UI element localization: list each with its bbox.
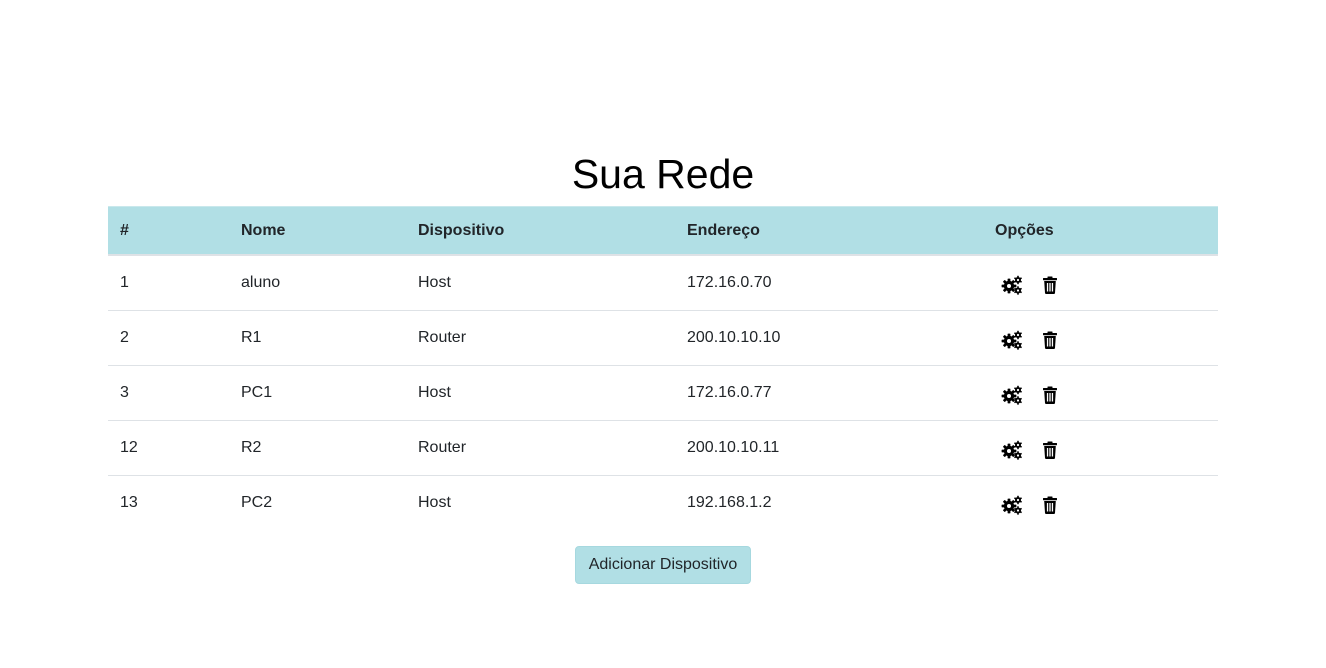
row-actions [995,325,1206,351]
cell-address: 172.16.0.70 [675,255,983,311]
cell-id: 12 [108,420,229,476]
cell-options [983,420,1218,476]
cell-name: R1 [229,310,406,366]
trash-icon[interactable] [1039,329,1061,351]
trash-icon[interactable] [1039,274,1061,296]
cell-address: 200.10.10.10 [675,310,983,366]
cell-options [983,476,1218,531]
row-actions [995,490,1206,516]
trash-icon[interactable] [1039,384,1061,406]
cogs-icon[interactable] [1001,494,1023,516]
cogs-icon[interactable] [1001,274,1023,296]
header-address: Endereço [675,206,983,256]
cell-device: Host [406,255,675,311]
cell-name: aluno [229,255,406,311]
header-name: Nome [229,206,406,256]
cell-address: 192.168.1.2 [687,494,772,511]
cell-address: 172.16.0.77 [675,365,983,421]
table-row: 2 R1 Router 200.10.10.10 [108,310,1218,366]
devices-table: # Nome Dispositivo Endereço Opções 1 alu… [108,206,1218,530]
cell-id: 13 [120,494,138,511]
cell-name: R2 [229,420,406,476]
cell-id: 2 [108,310,229,366]
cell-options [983,310,1218,366]
row-actions [995,380,1206,406]
cogs-icon[interactable] [1001,439,1023,461]
cell-address: 200.10.10.11 [675,420,983,476]
cell-id: 3 [108,365,229,421]
header-id: # [108,206,229,256]
table-row: 1 aluno Host 172.16.0.70 [108,255,1218,311]
table-row: 3 PC1 Host 172.16.0.77 [108,365,1218,421]
cell-id: 1 [108,255,229,311]
cell-device: Router [406,420,675,476]
table-row: 12 R2 Router 200.10.10.11 [108,420,1218,476]
cell-device: Host [418,494,451,511]
page: Sua Rede # Nome Dispositivo Endereço Opç… [0,0,1326,668]
table-body: 1 aluno Host 172.16.0.70 2 R1 Router 200… [108,255,1218,530]
trash-icon[interactable] [1039,494,1061,516]
cell-device: Host [406,365,675,421]
table-header-row: # Nome Dispositivo Endereço Opções [108,206,1218,256]
cogs-icon[interactable] [1001,384,1023,406]
cogs-icon[interactable] [1001,329,1023,351]
cell-name: PC2 [241,494,273,511]
cell-device: Router [406,310,675,366]
header-device: Dispositivo [406,206,675,256]
page-title: Sua Rede [571,151,755,197]
trash-icon[interactable] [1039,439,1061,461]
cell-name: PC1 [229,365,406,421]
cell-options [983,365,1218,421]
cell-options [983,255,1218,311]
row-actions [995,435,1206,461]
table-header: # Nome Dispositivo Endereço Opções [108,206,1218,256]
add-device-button[interactable]: Adicionar Dispositivo [575,546,751,584]
table-row: 13 PC2 Host 192.168.1.2 [108,476,1218,531]
row-actions [995,270,1206,296]
header-options: Opções [983,206,1218,256]
